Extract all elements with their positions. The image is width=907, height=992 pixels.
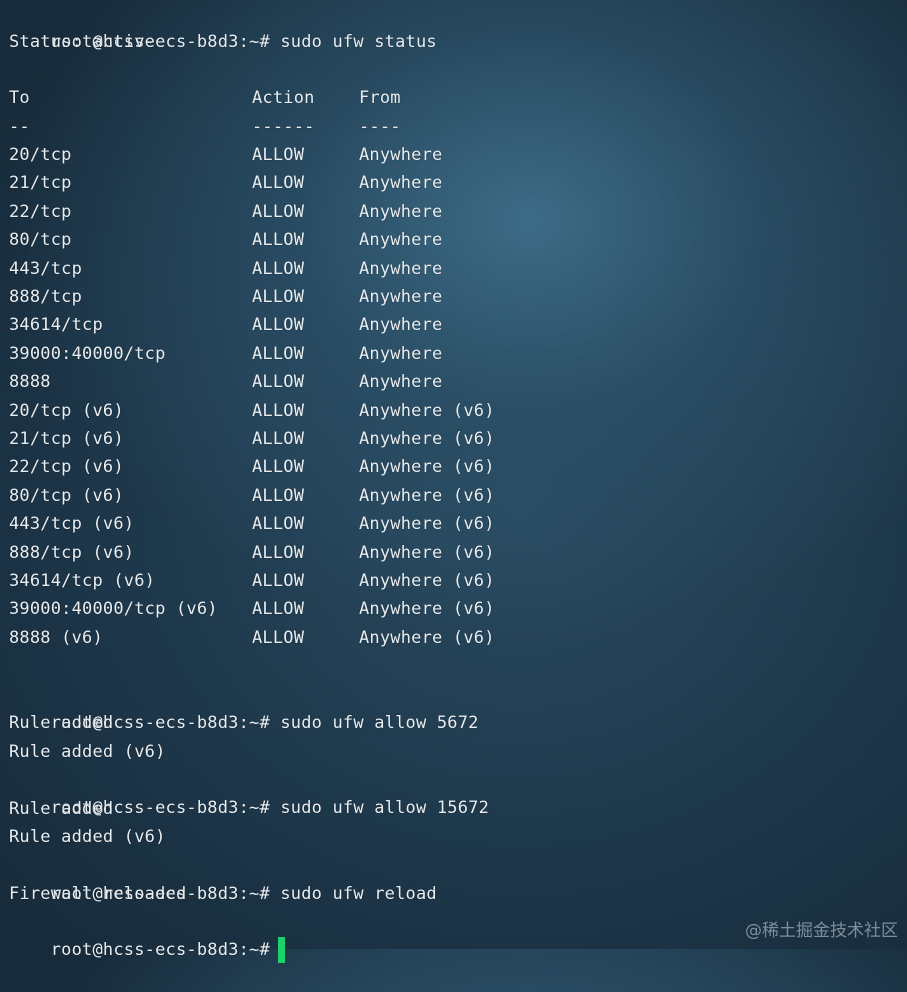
rule-from: Anywhere xyxy=(359,173,443,193)
rule-to: 34614/tcp (v6) xyxy=(9,571,156,591)
rule-from: Anywhere (v6) xyxy=(359,429,495,449)
rule-from: Anywhere xyxy=(359,287,443,307)
rule-from: Anywhere (v6) xyxy=(359,543,495,563)
rule-to: 34614/tcp xyxy=(9,315,103,335)
separator-to: -- xyxy=(9,117,30,137)
rule-to: 22/tcp xyxy=(9,202,72,222)
terminal-window[interactable]: root@hcss-ecs-b8d3:~# sudo ufw status St… xyxy=(0,0,907,963)
rules-table-separator: -- ------ ---- xyxy=(9,113,401,141)
rule-from: Anywhere (v6) xyxy=(359,599,495,619)
rule-to: 22/tcp (v6) xyxy=(9,457,124,477)
command-line-reload: root@hcss-ecs-b8d3:~# sudo ufw reload xyxy=(9,852,437,904)
rule-to: 20/tcp (v6) xyxy=(9,401,124,421)
watermark: @稀土掘金技术社区 xyxy=(745,921,898,941)
output-status: Status: active xyxy=(9,32,156,52)
header-action: Action xyxy=(252,88,315,108)
output-rule-added: Rule added xyxy=(9,799,114,819)
rule-from: Anywhere xyxy=(359,344,443,364)
rule-to: 443/tcp (v6) xyxy=(9,514,135,534)
command-line-status: root@hcss-ecs-b8d3:~# sudo ufw status xyxy=(9,0,437,52)
rule-to: 443/tcp xyxy=(9,259,83,279)
rule-to: 80/tcp xyxy=(9,230,72,250)
rule-to: 20/tcp xyxy=(9,145,72,165)
rule-to: 80/tcp (v6) xyxy=(9,486,124,506)
rule-action: ALLOW xyxy=(252,514,305,534)
rule-action: ALLOW xyxy=(252,259,305,279)
rule-action: ALLOW xyxy=(252,543,305,563)
rule-action: ALLOW xyxy=(252,344,305,364)
rule-action: ALLOW xyxy=(252,628,305,648)
header-to: To xyxy=(9,88,30,108)
rule-from: Anywhere xyxy=(359,315,443,335)
rule-from: Anywhere xyxy=(359,230,443,250)
rule-action: ALLOW xyxy=(252,401,305,421)
command-text: sudo ufw allow 5672 xyxy=(280,713,479,733)
output-rule-added: Rule added xyxy=(9,713,114,733)
rule-action: ALLOW xyxy=(252,230,305,250)
rule-action: ALLOW xyxy=(252,202,305,222)
rule-to: 888/tcp (v6) xyxy=(9,543,135,563)
rule-action: ALLOW xyxy=(252,571,305,591)
command-line-allow-5672: root@hcss-ecs-b8d3:~# sudo ufw allow 567… xyxy=(9,681,479,733)
rule-from: Anywhere xyxy=(359,202,443,222)
separator-from: ---- xyxy=(359,117,401,137)
command-line-current[interactable]: root@hcss-ecs-b8d3:~# xyxy=(9,908,285,963)
rule-from: Anywhere (v6) xyxy=(359,486,495,506)
rule-to: 21/tcp (v6) xyxy=(9,429,124,449)
rule-to: 21/tcp xyxy=(9,173,72,193)
rule-from: Anywhere xyxy=(359,259,443,279)
rule-action: ALLOW xyxy=(252,457,305,477)
header-from: From xyxy=(359,88,401,108)
separator-action: ------ xyxy=(252,117,315,137)
rule-action: ALLOW xyxy=(252,429,305,449)
rule-to: 39000:40000/tcp xyxy=(9,344,166,364)
rule-action: ALLOW xyxy=(252,145,305,165)
rule-action: ALLOW xyxy=(252,315,305,335)
rules-table-header: To Action From xyxy=(9,84,401,112)
command-text: sudo ufw allow 15672 xyxy=(280,798,490,818)
output-firewall-reloaded: Firewall reloaded xyxy=(9,884,187,904)
rule-from: Anywhere (v6) xyxy=(359,514,495,534)
rule-action: ALLOW xyxy=(252,173,305,193)
rule-from: Anywhere (v6) xyxy=(359,571,495,591)
rule-action: ALLOW xyxy=(252,287,305,307)
rule-from: Anywhere xyxy=(359,145,443,165)
output-rule-added-v6: Rule added (v6) xyxy=(9,827,166,847)
shell-prompt: root@hcss-ecs-b8d3:~# xyxy=(50,940,270,960)
rule-to: 8888 (v6) xyxy=(9,628,103,648)
command-text: sudo ufw reload xyxy=(280,884,437,904)
rule-to: 8888 xyxy=(9,372,51,392)
output-rule-added-v6: Rule added (v6) xyxy=(9,742,166,762)
rule-action: ALLOW xyxy=(252,599,305,619)
rule-from: Anywhere (v6) xyxy=(359,628,495,648)
text-cursor[interactable] xyxy=(277,937,285,963)
command-line-allow-15672: root@hcss-ecs-b8d3:~# sudo ufw allow 156… xyxy=(9,766,489,818)
rule-to: 39000:40000/tcp (v6) xyxy=(9,599,218,619)
rule-to: 888/tcp xyxy=(9,287,83,307)
rule-action: ALLOW xyxy=(252,372,305,392)
rule-action: ALLOW xyxy=(252,486,305,506)
rule-from: Anywhere xyxy=(359,372,443,392)
rule-from: Anywhere (v6) xyxy=(359,457,495,477)
command-text: sudo ufw status xyxy=(280,32,437,52)
rule-from: Anywhere (v6) xyxy=(359,401,495,421)
